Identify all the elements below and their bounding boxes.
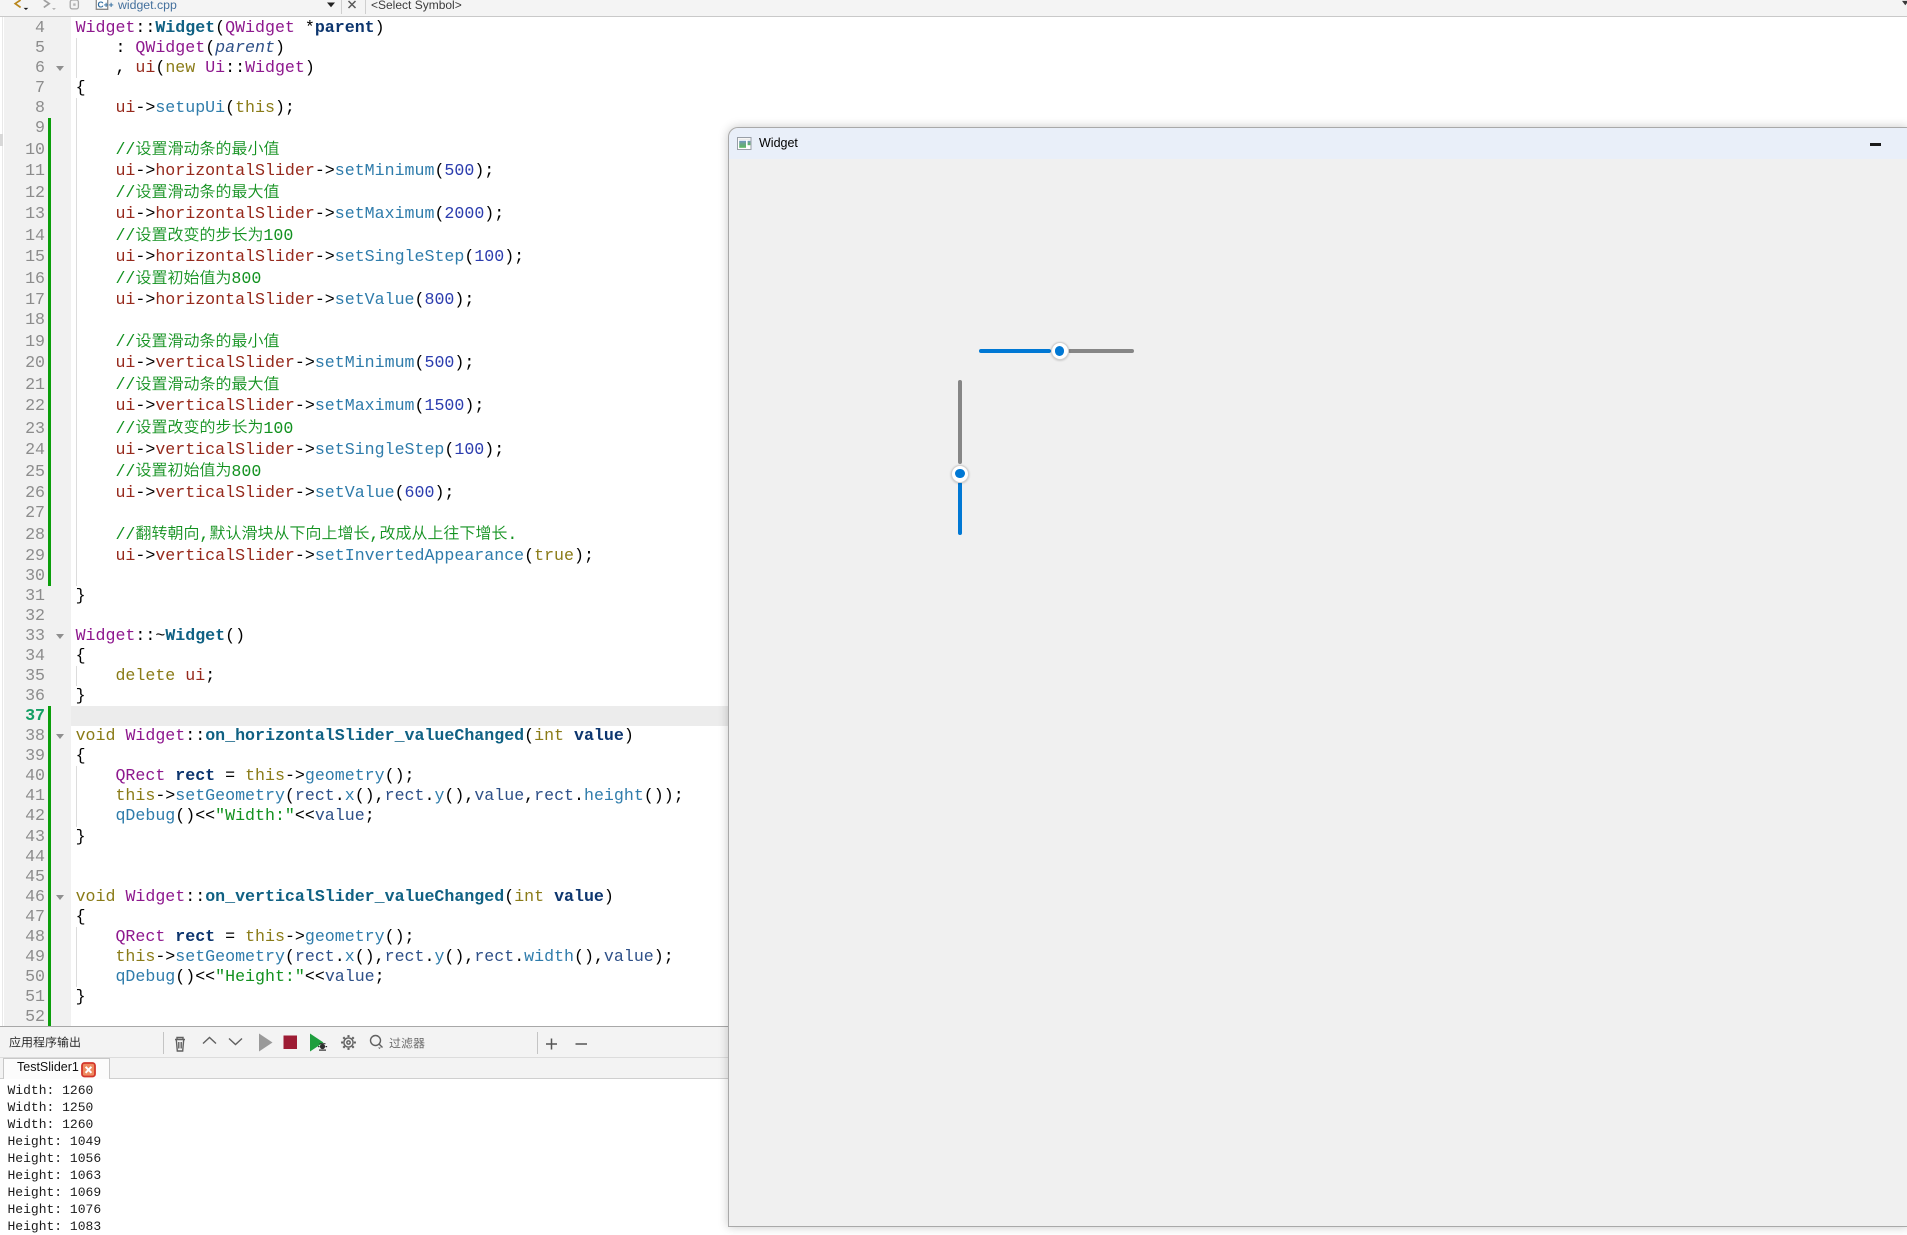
svg-text:C++: C++ <box>98 0 114 9</box>
